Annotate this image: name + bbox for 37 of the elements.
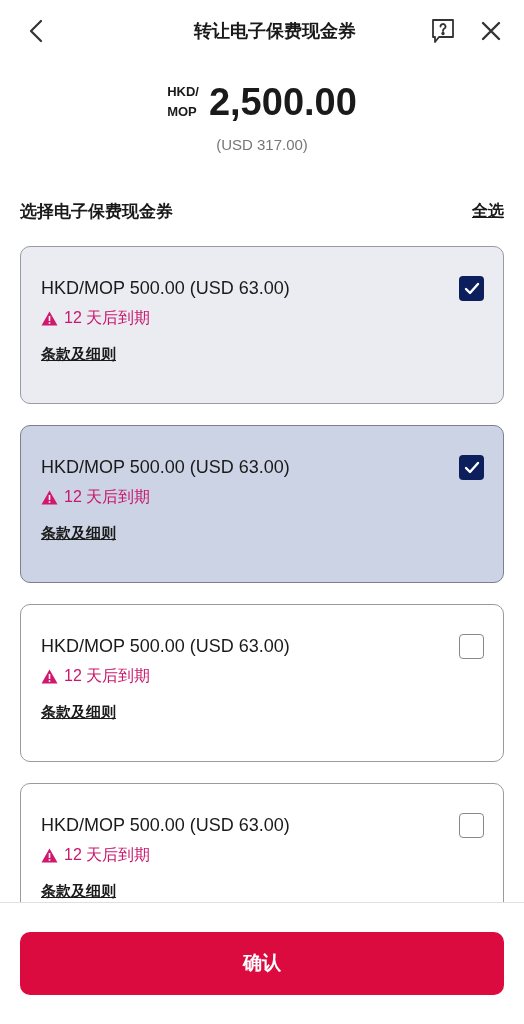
checkbox[interactable] xyxy=(459,634,484,659)
confirm-button[interactable]: 确认 xyxy=(20,932,504,995)
checkbox[interactable] xyxy=(459,276,484,301)
voucher-amount: HKD/MOP 500.00 (USD 63.00) xyxy=(41,277,290,300)
voucher-card[interactable]: HKD/MOP 500.00 (USD 63.00) 12 天后到期 条款及细则 xyxy=(20,783,504,902)
screen-title: 转让电子保费现金券 xyxy=(192,19,356,43)
expiry-text: 12 天后到期 xyxy=(64,845,151,865)
check-icon xyxy=(463,461,480,474)
expiry-text: 12 天后到期 xyxy=(64,308,151,328)
section-label: 选择电子保费现金券 xyxy=(20,200,173,223)
warning-icon xyxy=(41,847,58,863)
select-all-link[interactable]: 全选 xyxy=(472,199,504,224)
close-icon[interactable] xyxy=(480,20,502,42)
help-icon[interactable] xyxy=(430,18,456,44)
terms-link[interactable]: 条款及细则 xyxy=(41,882,116,899)
currency-label: MOP xyxy=(167,103,198,121)
terms-link[interactable]: 条款及细则 xyxy=(41,703,116,720)
warning-icon xyxy=(41,489,58,505)
checkbox[interactable] xyxy=(459,813,484,838)
warning-icon xyxy=(41,668,58,684)
terms-link[interactable]: 条款及细则 xyxy=(41,524,116,541)
voucher-card[interactable]: HKD/MOP 500.00 (USD 63.00) 12 天后到期 条款及细则 xyxy=(20,604,504,762)
voucher-amount: HKD/MOP 500.00 (USD 63.00) xyxy=(41,814,290,837)
terms-link[interactable]: 条款及细则 xyxy=(41,345,116,362)
voucher-amount: HKD/MOP 500.00 (USD 63.00) xyxy=(41,635,290,658)
total-amount: 2,500.00 xyxy=(208,83,357,121)
voucher-card[interactable]: HKD/MOP 500.00 (USD 63.00) 12 天后到期 条款及细则 xyxy=(20,246,504,404)
warning-icon xyxy=(41,310,58,326)
check-icon xyxy=(463,282,480,295)
back-icon xyxy=(29,19,43,43)
checkbox[interactable] xyxy=(459,455,484,480)
voucher-amount: HKD/MOP 500.00 (USD 63.00) xyxy=(41,456,290,479)
currency-label: HKD/ xyxy=(167,83,199,101)
expiry-text: 12 天后到期 xyxy=(64,666,151,686)
usd-amount: (USD 317.00) xyxy=(216,135,308,155)
voucher-card[interactable]: HKD/MOP 500.00 (USD 63.00) 12 天后到期 条款及细则 xyxy=(20,425,504,583)
expiry-text: 12 天后到期 xyxy=(64,487,151,507)
